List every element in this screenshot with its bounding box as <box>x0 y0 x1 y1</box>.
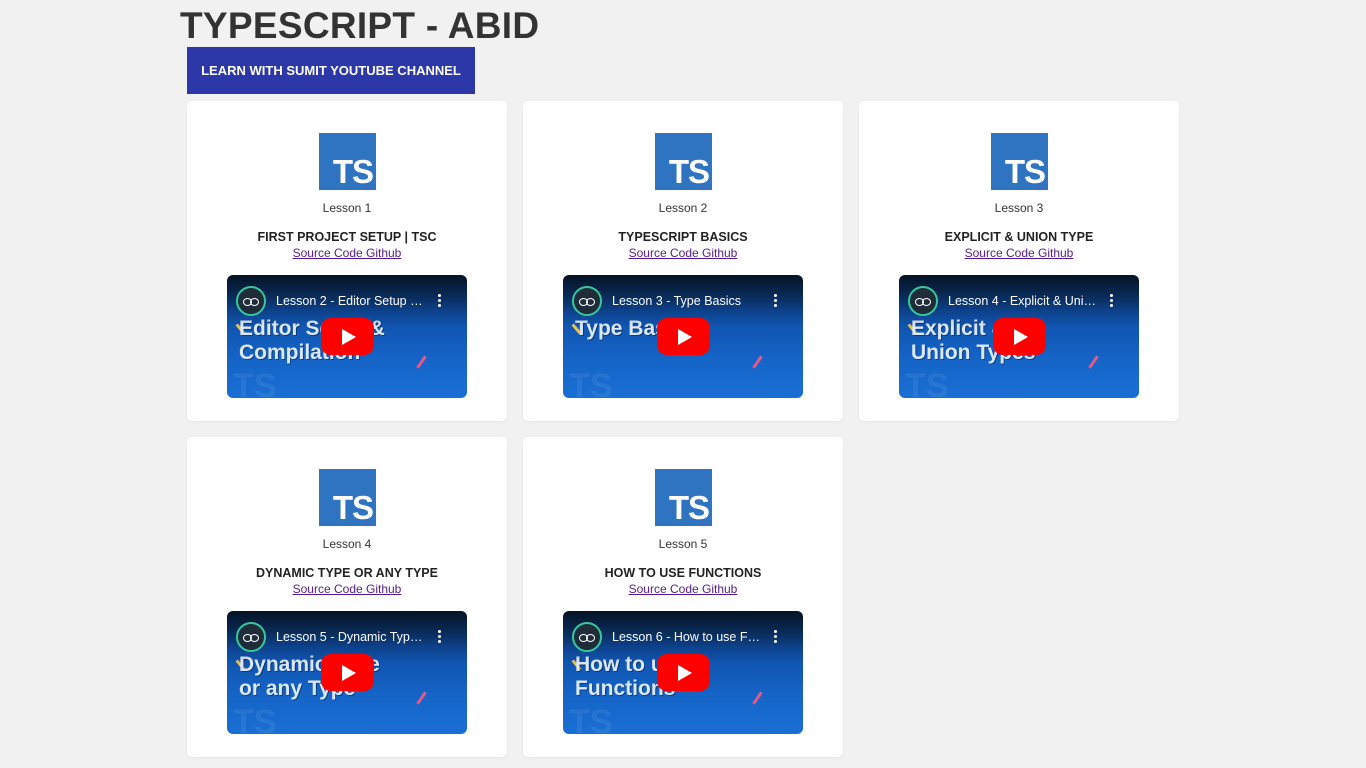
video-embed[interactable]: TS How to use Functions Lesson 6 - How t… <box>563 611 803 734</box>
lesson-title: FIRST PROJECT SETUP | TSC <box>257 230 437 244</box>
thumbnail-watermark: TS <box>233 703 277 734</box>
thumbnail-watermark: TS <box>569 703 613 734</box>
lesson-number: Lesson 1 <box>322 201 372 215</box>
video-title[interactable]: Lesson 2 - Editor Setup & Compilation <box>276 293 426 309</box>
typescript-logo-icon: TS <box>655 469 712 526</box>
lesson-number: Lesson 4 <box>322 537 372 551</box>
source-code-link[interactable]: Source Code Github <box>523 581 843 597</box>
lesson-title: TYPESCRIPT BASICS <box>618 230 748 244</box>
video-title[interactable]: Lesson 3 - Type Basics <box>612 293 762 309</box>
kebab-menu-icon[interactable] <box>774 294 777 307</box>
kebab-menu-icon[interactable] <box>438 630 441 643</box>
lesson-number: Lesson 2 <box>658 201 708 215</box>
lesson-card-3: TS Lesson 3 EXPLICIT & UNION TYPE Source… <box>859 101 1179 421</box>
video-title[interactable]: Lesson 6 - How to use Functions <box>612 629 762 645</box>
channel-avatar-icon[interactable] <box>572 286 602 316</box>
youtube-play-icon[interactable] <box>993 318 1046 355</box>
video-embed[interactable]: TS Explicit & Union Types Lesson 4 - Exp… <box>899 275 1139 398</box>
youtube-play-icon[interactable] <box>321 654 374 691</box>
page-title: TYPESCRIPT - ABID <box>180 5 540 46</box>
channel-avatar-icon[interactable] <box>236 622 266 652</box>
lesson-card-2: TS Lesson 2 TYPESCRIPT BASICS Source Cod… <box>523 101 843 421</box>
video-embed[interactable]: TS Editor Setup & Compilation Lesson 2 -… <box>227 275 467 398</box>
video-embed[interactable]: TS Type Basics Lesson 3 - Type Basics <box>563 275 803 398</box>
channel-avatar-icon[interactable] <box>908 286 938 316</box>
lesson-card-4: TS Lesson 4 DYNAMIC TYPE OR ANY TYPE Sou… <box>187 437 507 757</box>
channel-avatar-icon[interactable] <box>572 622 602 652</box>
youtube-play-icon[interactable] <box>657 318 710 355</box>
channel-avatar-icon[interactable] <box>236 286 266 316</box>
pin-icon <box>752 355 763 369</box>
video-embed[interactable]: TS Dynamic Type or any Type Lesson 5 - D… <box>227 611 467 734</box>
lesson-title: DYNAMIC TYPE OR ANY TYPE <box>256 566 438 580</box>
video-title[interactable]: Lesson 5 - Dynamic Type or any Type <box>276 629 426 645</box>
thumbnail-watermark: TS <box>233 367 277 398</box>
typescript-logo-icon: TS <box>655 133 712 190</box>
lesson-card-1: TS Lesson 1 FIRST PROJECT SETUP | TSC So… <box>187 101 507 421</box>
source-code-link[interactable]: Source Code Github <box>859 245 1179 261</box>
kebab-menu-icon[interactable] <box>774 630 777 643</box>
thumbnail-watermark: TS <box>905 367 949 398</box>
lesson-number: Lesson 5 <box>658 537 708 551</box>
page: TYPESCRIPT - ABID LEARN WITH SUMIT YOUTU… <box>0 0 1366 768</box>
thumbnail-watermark: TS <box>569 367 613 398</box>
typescript-logo-icon: TS <box>991 133 1048 190</box>
lesson-title: EXPLICIT & UNION TYPE <box>944 230 1094 244</box>
youtube-channel-button[interactable]: LEARN WITH SUMIT YOUTUBE CHANNEL <box>187 47 475 94</box>
lesson-grid: TS Lesson 1 FIRST PROJECT SETUP | TSC So… <box>187 101 1187 757</box>
video-title[interactable]: Lesson 4 - Explicit & Union Types <box>948 293 1098 309</box>
kebab-menu-icon[interactable] <box>438 294 441 307</box>
source-code-link[interactable]: Source Code Github <box>187 581 507 597</box>
youtube-play-icon[interactable] <box>321 318 374 355</box>
typescript-logo-icon: TS <box>319 469 376 526</box>
kebab-menu-icon[interactable] <box>1110 294 1113 307</box>
lesson-title: HOW TO USE FUNCTIONS <box>604 566 762 580</box>
typescript-logo-icon: TS <box>319 133 376 190</box>
source-code-link[interactable]: Source Code Github <box>523 245 843 261</box>
lesson-card-5: TS Lesson 5 HOW TO USE FUNCTIONS Source … <box>523 437 843 757</box>
lesson-number: Lesson 3 <box>994 201 1044 215</box>
source-code-link[interactable]: Source Code Github <box>187 245 507 261</box>
youtube-play-icon[interactable] <box>657 654 710 691</box>
